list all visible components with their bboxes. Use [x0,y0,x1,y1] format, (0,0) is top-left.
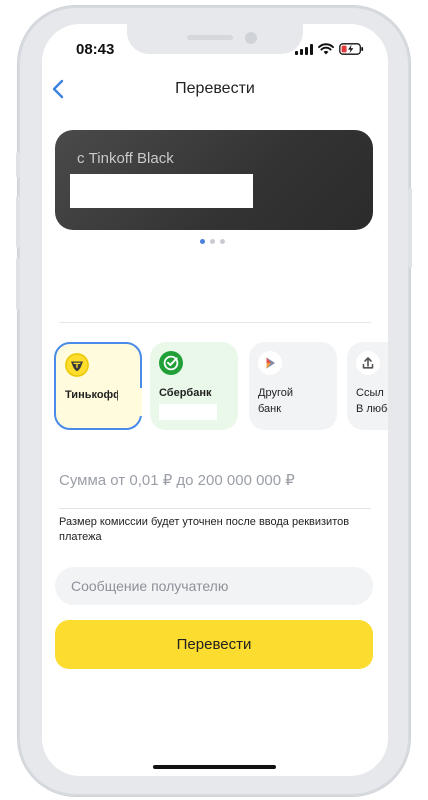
bank-redaction [118,388,142,416]
phone-side-button [16,152,20,178]
card-number-redaction [70,174,253,208]
sberbank-logo-icon [159,351,183,375]
camera-icon [245,32,257,44]
share-icon [356,351,380,375]
other-bank-icon [258,351,282,375]
bank-option-tinkoff[interactable]: Тинькофф б [54,342,142,430]
bank-redaction [159,404,217,420]
carousel-dot [210,239,215,244]
status-time: 08:43 [76,41,115,58]
signal-icon [295,44,313,55]
bank-selector: Тинькофф б Сбербанк Другой банк Ссыл В л… [54,342,388,432]
app-screen: 08:43 Перевести с Tinkoff Black Тинькофф… [42,24,388,776]
source-card-label: с Tinkoff Black [77,150,174,167]
amount-underline [59,508,371,509]
battery-charging-icon [339,43,364,55]
phone-volume-down [16,258,20,310]
card-carousel-dots [200,239,225,244]
bank-option-subtitle: банк [258,403,282,415]
fee-note: Размер комиссии будет уточнен после ввод… [59,516,350,543]
source-card[interactable]: с Tinkoff Black [55,130,373,230]
amount-input[interactable]: Сумма от 0,01 ₽ до 200 000 000 ₽ [59,471,295,489]
message-input[interactable] [55,567,373,605]
carousel-dot [220,239,225,244]
bank-option-subtitle: В любо [356,403,388,415]
speaker-grille [187,35,233,40]
page-title: Перевести [175,80,255,97]
phone-volume-up [16,196,20,248]
phone-notch [127,24,303,54]
bank-option-link[interactable]: Ссыл В любо [347,342,388,430]
bank-option-sberbank[interactable]: Сбербанк [150,342,238,430]
tinkoff-logo-icon [65,353,89,377]
carousel-dot-active [200,239,205,244]
transfer-button[interactable]: Перевести [55,620,373,669]
status-icons [295,43,364,55]
phone-power-button [408,188,412,268]
bank-option-name: Ссыл [356,387,384,399]
bank-option-name: Другой [258,387,293,399]
bank-option-name: Сбербанк [159,387,212,399]
divider [59,322,371,323]
bank-option-other[interactable]: Другой банк [249,342,337,430]
home-indicator [153,765,276,769]
wifi-icon [318,43,334,55]
